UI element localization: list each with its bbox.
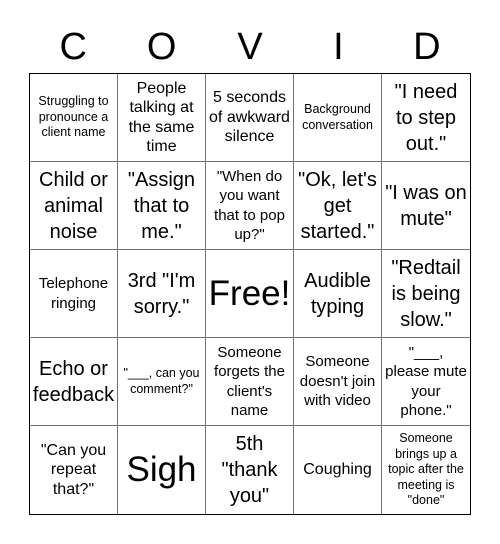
bingo-cell-r3-c5[interactable]: "Redtail is being slow." [382,250,470,338]
bingo-header: C O V I D [29,24,471,70]
cell-text: Someone forgets the client's name [214,343,285,420]
bingo-cell-r1-c5[interactable]: "I need to step out." [382,74,470,162]
cell-text: Echo or feedback [32,357,115,406]
cell-text: 3rd "I'm sorry." [127,269,196,318]
cell-text: "___, please mute your phone." [385,343,467,420]
bingo-cell-r5-c4[interactable]: Coughing [294,426,382,514]
cell-text: Someone doesn't join with video [299,353,376,410]
cell-text: "I was on mute" [385,181,467,230]
cell-text: Struggling to pronounce a client name [38,94,109,140]
bingo-cell-r4-c2[interactable]: "___, can you comment?" [118,338,206,426]
header-letter-v: V [237,26,263,68]
header-letter-i: I [333,26,344,68]
bingo-cell-free-space[interactable]: Free! [206,250,294,338]
cell-text: Telephone ringing [38,275,109,312]
cell-text: "___, can you comment?" [123,366,200,396]
cell-text: "Assign that to me." [127,168,196,243]
bingo-cell-r3-c4[interactable]: Audible typing [294,250,382,338]
cell-text: "I need to step out." [394,80,458,155]
bingo-cell-r1-c3[interactable]: 5 seconds of awkward silence [206,74,294,162]
cell-text: "Can you repeat that?" [40,441,107,498]
cell-text: People talking at the same time [128,79,195,156]
bingo-cell-r5-c1[interactable]: "Can you repeat that?" [30,426,118,514]
cell-text: "When do you want that to pop up?" [214,167,285,244]
free-space-text: Free! [208,273,291,313]
bingo-cell-r4-c4[interactable]: Someone doesn't join with video [294,338,382,426]
cell-text: Someone brings up a topic after the meet… [388,431,464,508]
cell-text: "Redtail is being slow." [391,256,461,331]
bingo-cell-r5-c2[interactable]: Sigh [118,426,206,514]
bingo-cell-r1-c4[interactable]: Background conversation [294,74,382,162]
bingo-cell-r5-c5[interactable]: Someone brings up a topic after the meet… [382,426,470,514]
header-letter-d: D [413,26,441,68]
bingo-cell-r4-c3[interactable]: Someone forgets the client's name [206,338,294,426]
bingo-cell-r2-c4[interactable]: "Ok, let's get started." [294,162,382,250]
cell-text: "Ok, let's get started." [298,168,377,243]
cell-text: Child or animal noise [39,168,108,243]
header-letter-o: O [146,26,177,68]
header-letter-c: C [59,26,87,68]
cell-text: Sigh [126,450,197,489]
bingo-cell-r2-c2[interactable]: "Assign that to me." [118,162,206,250]
cell-text: Coughing [303,461,372,479]
cell-text: 5th "thank you" [221,433,278,507]
bingo-cell-r4-c5[interactable]: "___, please mute your phone." [382,338,470,426]
bingo-cell-r3-c1[interactable]: Telephone ringing [30,250,118,338]
cell-text: Background conversation [302,102,373,132]
bingo-cell-r1-c2[interactable]: People talking at the same time [118,74,206,162]
cell-text: 5 seconds of awkward silence [209,89,290,146]
bingo-board: Struggling to pronounce a client name Pe… [29,73,471,515]
bingo-cell-r2-c5[interactable]: "I was on mute" [382,162,470,250]
cell-text: Audible typing [304,269,371,318]
bingo-cell-r1-c1[interactable]: Struggling to pronounce a client name [30,74,118,162]
bingo-cell-r5-c3[interactable]: 5th "thank you" [206,426,294,514]
bingo-cell-r4-c1[interactable]: Echo or feedback [30,338,118,426]
bingo-cell-r2-c1[interactable]: Child or animal noise [30,162,118,250]
bingo-cell-r3-c2[interactable]: 3rd "I'm sorry." [118,250,206,338]
bingo-cell-r2-c3[interactable]: "When do you want that to pop up?" [206,162,294,250]
